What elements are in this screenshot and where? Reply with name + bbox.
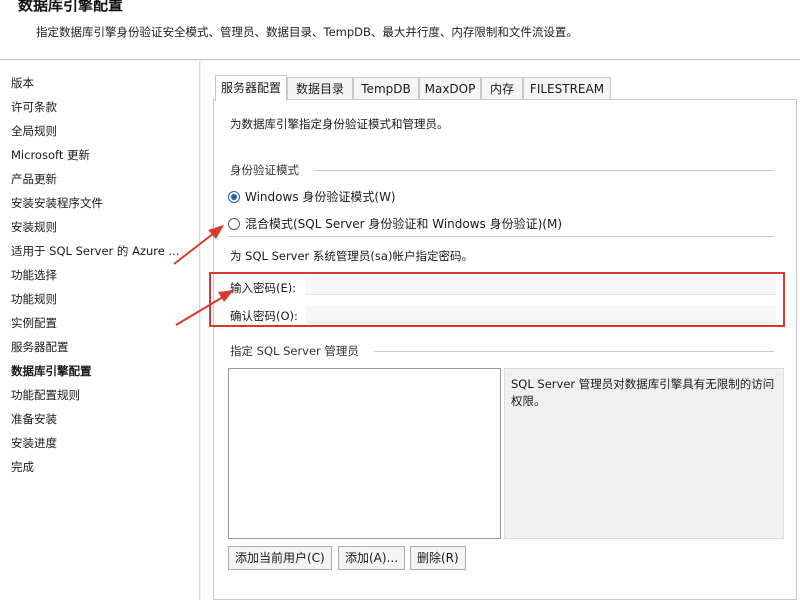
tab-tempdb[interactable]: TempDB: [353, 77, 419, 100]
enter-password-label: 输入密码(E):: [230, 281, 297, 295]
mixed-mode-label: 混合模式(SQL Server 身份验证和 Windows 身份验证)(M): [245, 217, 563, 231]
nav-item-edition[interactable]: 版本: [11, 73, 34, 93]
nav-item-global-rules[interactable]: 全局规则: [11, 121, 57, 141]
nav-item-installation-progress[interactable]: 安装进度: [11, 433, 57, 453]
nav-item-product-updates[interactable]: 产品更新: [11, 169, 57, 189]
nav-item-microsoft-update[interactable]: Microsoft 更新: [11, 145, 90, 165]
mixed-mode-radio[interactable]: [228, 218, 240, 230]
admins-group-divider: [374, 351, 774, 352]
auth-group-divider: [314, 170, 774, 171]
nav-item-install-setup-files[interactable]: 安装安装程序文件: [11, 193, 103, 213]
nav-item-complete[interactable]: 完成: [11, 457, 34, 477]
nav-item-instance-configuration[interactable]: 实例配置: [11, 313, 57, 333]
sa-password-hint: 为 SQL Server 系统管理员(sa)帐户指定密码。: [230, 249, 473, 263]
admins-list[interactable]: [228, 368, 501, 539]
nav-item-feature-configuration-rules[interactable]: 功能配置规则: [11, 385, 80, 405]
nav-item-azure-extension[interactable]: 适用于 SQL Server 的 Azure ...: [11, 241, 179, 261]
tab-memory[interactable]: 内存: [481, 77, 523, 100]
nav-item-database-engine-configuration[interactable]: 数据库引擎配置: [11, 361, 92, 381]
nav-item-ready-to-install[interactable]: 准备安装: [11, 409, 57, 429]
tab-maxdop[interactable]: MaxDOP: [419, 77, 481, 100]
page-subtitle: 指定数据库引擎身份验证安全模式、管理员、数据目录、TempDB、最大并行度、内存…: [36, 25, 578, 39]
enter-password-input[interactable]: [306, 278, 776, 295]
main-content: 服务器配置 数据目录 TempDB MaxDOP 内存 FILESTREAM 为…: [201, 61, 800, 600]
server-configuration-panel: 为数据库引擎指定身份验证模式和管理员。 身份验证模式 Windows 身份验证模…: [213, 99, 797, 600]
auth-mode-group-title: 身份验证模式: [230, 162, 305, 178]
windows-auth-radio[interactable]: [228, 191, 240, 203]
tab-filestream[interactable]: FILESTREAM: [523, 77, 611, 100]
windows-auth-label: Windows 身份验证模式(W): [245, 190, 396, 204]
wizard-step-nav: 版本 许可条款 全局规则 Microsoft 更新 产品更新 安装安装程序文件 …: [0, 61, 200, 600]
nav-item-server-configuration[interactable]: 服务器配置: [11, 337, 69, 357]
admins-info-text: SQL Server 管理员对数据库引擎具有无限制的访问权限。: [504, 368, 784, 539]
nav-item-license-terms[interactable]: 许可条款: [11, 97, 57, 117]
add-current-user-button[interactable]: 添加当前用户(C): [228, 546, 332, 570]
tab-data-directories[interactable]: 数据目录: [287, 77, 353, 100]
page-title: 数据库引擎配置: [18, 0, 124, 14]
add-user-button[interactable]: 添加(A)...: [338, 546, 406, 570]
page-header: 数据库引擎配置 指定数据库引擎身份验证安全模式、管理员、数据目录、TempDB、…: [0, 0, 800, 60]
nav-item-feature-selection[interactable]: 功能选择: [11, 265, 57, 285]
confirm-password-label: 确认密码(O):: [230, 309, 298, 323]
tab-server-configuration[interactable]: 服务器配置: [215, 75, 287, 101]
remove-user-button[interactable]: 删除(R): [410, 546, 466, 570]
admins-group-title: 指定 SQL Server 管理员: [230, 343, 365, 359]
confirm-password-input[interactable]: [306, 306, 776, 323]
mixed-mode-divider: [228, 236, 774, 237]
panel-description: 为数据库引擎指定身份验证模式和管理员。: [230, 117, 449, 131]
nav-item-feature-rules[interactable]: 功能规则: [11, 289, 57, 309]
nav-item-install-rules[interactable]: 安装规则: [11, 217, 57, 237]
